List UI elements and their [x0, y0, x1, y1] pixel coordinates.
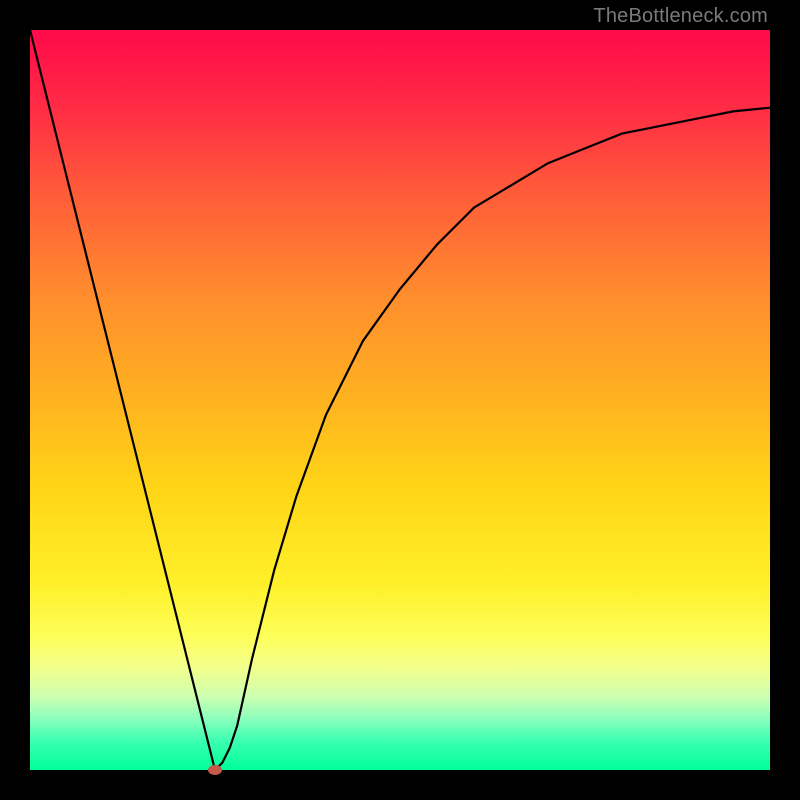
bottleneck-curve	[30, 30, 770, 770]
optimum-marker	[208, 765, 222, 775]
watermark-text: TheBottleneck.com	[593, 5, 768, 28]
plot-area	[30, 30, 770, 770]
curve-path	[30, 30, 770, 770]
chart-frame: TheBottleneck.com	[0, 0, 800, 800]
